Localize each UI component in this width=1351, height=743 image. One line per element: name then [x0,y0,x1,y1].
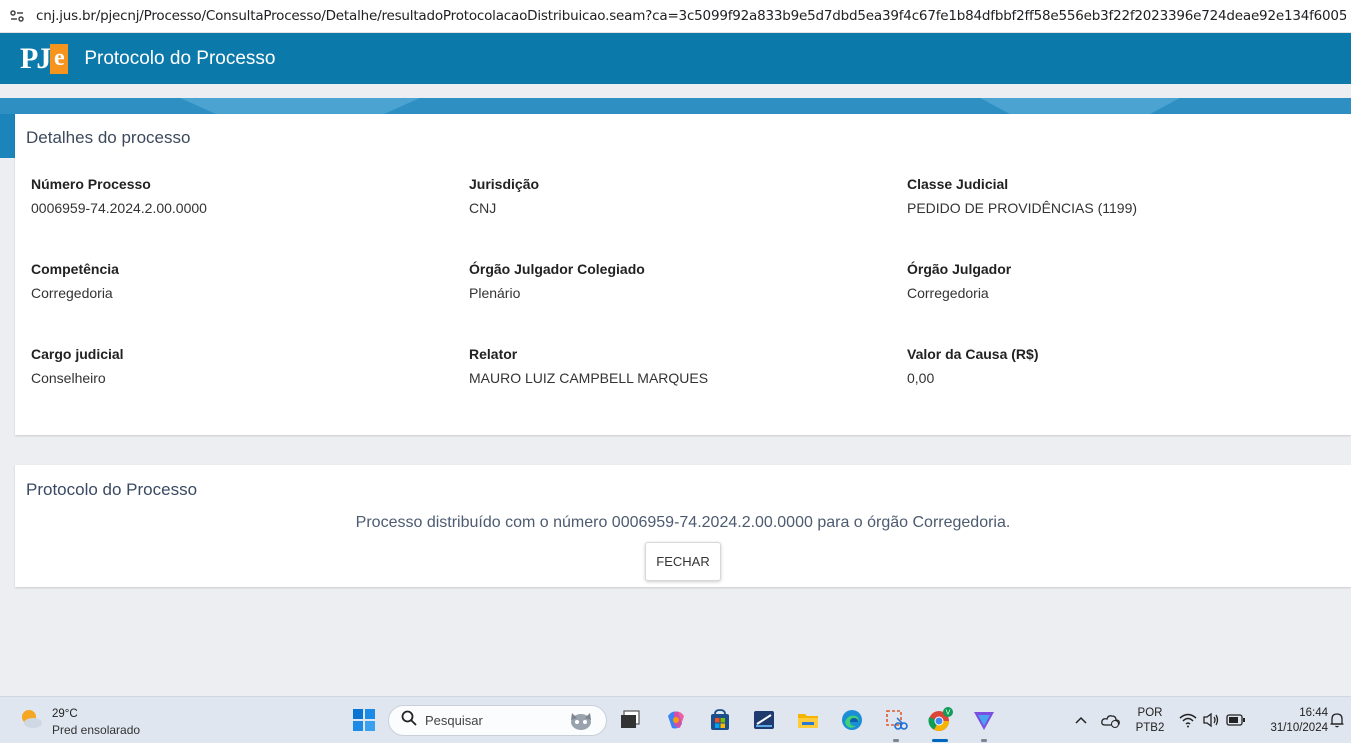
field-value: 0,00 [907,370,935,386]
field-numero-processo: Número Processo 0006959-74.2024.2.00.000… [31,176,451,216]
field-value: Conselheiro [31,370,106,386]
field-jurisdicao: Jurisdição CNJ [469,176,889,216]
field-value: Plenário [469,285,521,301]
clock-time: 16:44 [1299,707,1328,719]
browser-address-bar: cnj.jus.br/pjecnj/Processo/ConsultaProce… [0,0,1351,33]
running-indicator [981,739,987,742]
site-info-icon[interactable] [8,7,26,25]
svg-text:V: V [946,710,951,717]
field-label: Valor da Causa (R$) [907,346,1039,362]
notification-bell-icon[interactable] [1325,707,1349,733]
field-value: 0006959-74.2024.2.00.0000 [31,200,207,216]
chevron-up-icon[interactable] [1068,707,1094,733]
keyboard-layout: PTB2 [1135,722,1165,734]
field-label: Órgão Julgador Colegiado [469,261,645,277]
snipping-scissors-icon[interactable] [883,707,909,733]
microsoft-store-icon[interactable] [707,707,733,733]
language-code: POR [1137,707,1163,719]
weather-temp: 29°C [52,707,78,720]
pje-logo[interactable]: PJ e [20,40,69,78]
task-view-icon[interactable] [617,707,643,733]
field-competencia: Competência Corregedoria [31,261,451,301]
field-label: Número Processo [31,176,151,192]
protocol-message: Processo distribuído com o número 000695… [355,514,1011,531]
process-details-card: Detalhes do processo Número Processo 000… [15,114,1351,435]
field-value: Corregedoria [31,285,113,301]
weather-widget[interactable]: 29°C Pred ensolarado [18,706,140,737]
field-label: Competência [31,261,119,277]
field-label: Jurisdição [469,176,540,192]
field-value: PEDIDO DE PROVIDÊNCIAS (1199) [907,200,1138,216]
windows-start-icon[interactable] [351,707,377,733]
field-value: CNJ [469,200,497,216]
search-highlight-icon [568,710,594,737]
field-label: Órgão Julgador [907,261,1012,277]
field-value: MAURO LUIZ CAMPBELL MARQUES [469,370,709,386]
edge-browser-icon[interactable] [839,707,865,733]
copilot-icon[interactable] [663,707,689,733]
app-header: PJ e Protocolo do Processo [0,33,1351,84]
vpn-app-icon[interactable] [971,707,997,733]
field-valor-causa: Valor da Causa (R$) 0,00 [907,346,1327,386]
weather-sun-icon [18,706,44,737]
field-orgao-julgador-colegiado: Órgão Julgador Colegiado Plenário [469,261,889,301]
chrome-browser-icon[interactable]: V [927,707,953,733]
file-explorer-icon[interactable] [795,707,821,733]
field-cargo-judicial: Cargo judicial Conselheiro [31,346,451,386]
clock[interactable]: 16:44 31/10/2024 [1256,706,1328,736]
page-title: Protocolo do Processo [84,47,276,69]
field-label: Relator [469,346,518,362]
search-placeholder: Pesquisar [425,713,483,728]
decorative-shape [180,98,420,114]
taskbar: 29°C Pred ensolarado Pesquisar V POR PTB… [0,696,1351,743]
snipping-tool-icon[interactable] [751,707,777,733]
close-button[interactable]: FECHAR [645,542,721,581]
logo-e-text: e [50,43,69,74]
protocol-title: Protocolo do Processo [26,480,198,499]
url-text[interactable]: cnj.jus.br/pjecnj/Processo/ConsultaProce… [36,8,1346,24]
field-label: Cargo judicial [31,346,124,362]
running-indicator [893,739,899,742]
decorative-shape [980,98,1180,114]
volume-icon[interactable] [1198,707,1224,733]
field-value: Corregedoria [907,285,989,301]
field-label: Classe Judicial [907,176,1009,192]
field-relator: Relator MAURO LUIZ CAMPBELL MARQUES [469,346,889,386]
field-orgao-julgador: Órgão Julgador Corregedoria [907,261,1327,301]
logo-pj-text: PJ [20,41,51,75]
weather-desc: Pred ensolarado [52,722,141,737]
protocol-card: Protocolo do Processo Processo distribuí… [15,465,1351,587]
details-title: Detalhes do processo [26,128,191,147]
search-icon [401,710,417,731]
field-classe-judicial: Classe Judicial PEDIDO DE PROVIDÊNCIAS (… [907,176,1327,216]
language-indicator[interactable]: POR PTB2 [1133,706,1167,736]
clock-date: 31/10/2024 [1270,722,1328,734]
battery-icon[interactable] [1223,707,1249,733]
active-app-indicator [932,739,948,742]
taskbar-search[interactable]: Pesquisar [388,705,607,736]
onedrive-sync-icon[interactable] [1098,707,1124,733]
